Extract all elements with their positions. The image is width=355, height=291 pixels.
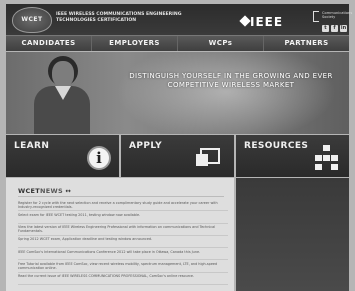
hero-person-image: [30, 56, 92, 134]
org-chart-icon: [315, 145, 339, 171]
tile-learn-label: LEARN: [14, 141, 50, 151]
header: WCET IEEE WIRELESS COMMUNICATIONS ENGINE…: [6, 4, 352, 36]
logo-text: WCET: [21, 16, 43, 23]
tile-apply-label: APPLY: [129, 141, 163, 151]
hero-headline: DISTINGUISH YOURSELF IN THE GROWING AND …: [129, 72, 333, 89]
feature-tiles: LEARN i APPLY RESOURCES: [6, 135, 349, 177]
tile-learn[interactable]: LEARN i: [6, 135, 119, 177]
nav-candidates[interactable]: CANDIDATES: [6, 36, 92, 51]
resources-sidebar: [236, 178, 349, 291]
brand-title: IEEE WIRELESS COMMUNICATIONS ENGINEERING…: [56, 12, 182, 23]
news-divider: [18, 196, 224, 197]
nav-employers[interactable]: EMPLOYERS: [92, 36, 178, 51]
ieee-logo[interactable]: IEEE: [250, 15, 283, 29]
news-item[interactable]: IEEE ComSoc's International Communicatio…: [18, 248, 228, 261]
linkedin-icon[interactable]: in: [340, 25, 347, 32]
wcet-logo[interactable]: WCET: [12, 7, 52, 33]
news-section: WCETNEWS ↔ Register for 2 cycle with the…: [6, 178, 234, 291]
news-item[interactable]: Select exam for IEEE WCET testing 2011, …: [18, 211, 228, 224]
hero-glow: [116, 52, 336, 134]
main-nav: CANDIDATES EMPLOYERS WCPs PARTNERS: [6, 36, 349, 51]
info-icon: i: [87, 146, 111, 170]
news-item[interactable]: View the latest version of IEEE Wireless…: [18, 224, 228, 236]
application-form-icon: [196, 148, 220, 166]
tile-resources[interactable]: RESOURCES: [236, 135, 349, 177]
news-item[interactable]: Register for 2 cycle with the next selec…: [18, 199, 228, 212]
nav-partners[interactable]: PARTNERS: [264, 36, 349, 51]
news-item[interactable]: Read the current issue of IEEE WIRELESS …: [18, 273, 228, 286]
page: WCET IEEE WIRELESS COMMUNICATIONS ENGINE…: [0, 0, 355, 291]
nav-wcps[interactable]: WCPs: [178, 36, 264, 51]
news-heading: WCETNEWS ↔: [18, 187, 72, 195]
facebook-icon[interactable]: f: [331, 25, 338, 32]
comsoc-bracket-icon: [313, 11, 319, 22]
twitter-icon[interactable]: t: [322, 25, 329, 32]
news-list: Register for 2 cycle with the next selec…: [18, 199, 228, 286]
hero-banner: DISTINGUISH YOURSELF IN THE GROWING AND …: [6, 52, 349, 134]
ieee-diamond-icon: [239, 15, 251, 27]
comsoc-logo-text[interactable]: Communications Society: [322, 11, 352, 19]
tile-resources-label: RESOURCES: [244, 141, 309, 151]
tile-apply[interactable]: APPLY: [121, 135, 234, 177]
news-item[interactable]: Free Tutorial available from IEEE ComSoc…: [18, 260, 228, 273]
news-item[interactable]: Spring 2012 WCET exam, Application deadl…: [18, 236, 228, 249]
